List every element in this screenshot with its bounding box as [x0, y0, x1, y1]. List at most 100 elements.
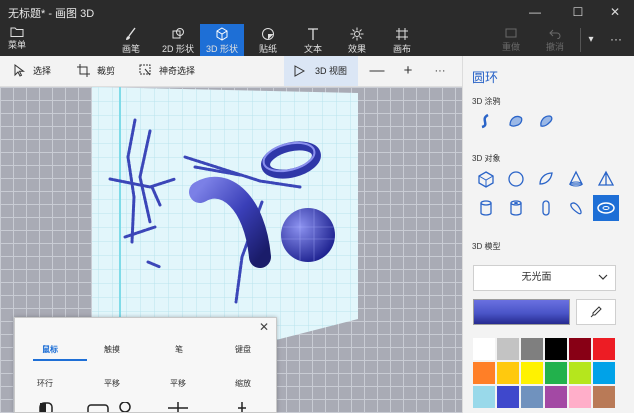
- ribbon-divider: [580, 28, 581, 52]
- mouse-button-icon: [39, 402, 53, 412]
- crop-label: 裁剪: [97, 66, 116, 76]
- cone-icon: [568, 170, 584, 187]
- tool-2d-shapes[interactable]: 2D 形状: [158, 24, 198, 56]
- soft-doodle-button[interactable]: [503, 108, 529, 134]
- finish-dropdown[interactable]: 无光面: [473, 265, 616, 291]
- tab-pen[interactable]: 笔: [175, 344, 183, 355]
- doodle-section-label: 3D 涂鸦: [472, 97, 501, 106]
- expand-ribbon-button[interactable]: ▾: [584, 24, 598, 56]
- color-swatch[interactable]: [473, 338, 495, 360]
- gesture-orbit-label: 环行: [37, 379, 53, 388]
- sharp-doodle-button[interactable]: [473, 108, 499, 134]
- color-swatch[interactable]: [545, 386, 567, 408]
- tube-icon: [510, 200, 522, 216]
- tube-doodle-icon: [540, 115, 553, 127]
- zoom-out-button[interactable]: —: [362, 56, 392, 86]
- objects-section-label: 3D 对象: [472, 154, 501, 163]
- color-swatch[interactable]: [569, 338, 591, 360]
- tool-effects[interactable]: 效果: [344, 24, 370, 56]
- pyramid-icon: [597, 170, 615, 186]
- select-tool[interactable]: 选择: [13, 56, 57, 86]
- color-swatch[interactable]: [521, 386, 543, 408]
- chevron-down-icon: [598, 274, 608, 280]
- window-title: 无标题* - 画图 3D: [8, 8, 95, 20]
- cylinder-button[interactable]: [473, 195, 499, 221]
- eyedropper-button[interactable]: [576, 299, 616, 325]
- hemisphere-icon: [539, 172, 553, 185]
- magic-select-tool[interactable]: 神奇选择: [139, 56, 209, 86]
- color-swatch[interactable]: [497, 338, 519, 360]
- cube-button[interactable]: [473, 166, 499, 192]
- undo-label: 撤消: [545, 42, 564, 52]
- color-swatch[interactable]: [521, 362, 543, 384]
- tool-label: 画笔: [121, 44, 140, 54]
- popup-close-button[interactable]: ✕: [257, 320, 271, 334]
- hemisphere-button[interactable]: [533, 166, 559, 192]
- color-swatch[interactable]: [473, 386, 495, 408]
- undo-button[interactable]: 撤消: [541, 24, 569, 56]
- crop-tool[interactable]: 裁剪: [77, 56, 121, 86]
- close-button[interactable]: ✕: [602, 2, 628, 22]
- toolbar-more-button[interactable]: ···: [425, 56, 455, 86]
- color-swatch[interactable]: [473, 362, 495, 384]
- tab-mouse[interactable]: 鼠标: [42, 344, 58, 355]
- ribbon-more-button[interactable]: ···: [604, 24, 628, 56]
- tool-label: 效果: [347, 44, 366, 54]
- color-swatch[interactable]: [593, 338, 615, 360]
- redo-button[interactable]: 重做: [497, 24, 525, 56]
- magic-select-label: 神奇选择: [159, 66, 196, 76]
- minimize-button[interactable]: —: [522, 2, 548, 22]
- cube-icon: [478, 171, 494, 188]
- panel-title: 圆环: [472, 70, 499, 85]
- zoom-in-button[interactable]: +: [393, 56, 423, 86]
- finish-value: 无光面: [521, 272, 552, 283]
- color-swatch[interactable]: [497, 362, 519, 384]
- zoom-arrows-icon: [238, 402, 246, 412]
- maximize-button[interactable]: ☐: [565, 2, 591, 22]
- gesture-pan-label: 平移: [104, 379, 120, 388]
- view-3d-button[interactable]: 3D 视图: [284, 56, 358, 86]
- color-swatch[interactable]: [569, 362, 591, 384]
- tool-stickers[interactable]: 贴纸: [254, 24, 282, 56]
- select-label: 选择: [33, 66, 52, 76]
- menu-label: 菜单: [8, 40, 27, 50]
- tool-text[interactable]: 文本: [300, 24, 326, 56]
- redo-icon: [505, 28, 517, 38]
- color-swatch[interactable]: [593, 386, 615, 408]
- curved-tube-button[interactable]: [563, 195, 589, 221]
- cursor-icon: [14, 64, 25, 77]
- view-3d-icon: [294, 65, 305, 77]
- selection-toolbar: 选择 裁剪 神奇选择 3D 视图 — + ···: [0, 56, 462, 87]
- color-swatch[interactable]: [521, 338, 543, 360]
- color-swatch[interactable]: [545, 338, 567, 360]
- color-swatch[interactable]: [593, 362, 615, 384]
- capsule-button[interactable]: [533, 195, 559, 221]
- color-swatch[interactable]: [569, 386, 591, 408]
- pyramid-button[interactable]: [593, 166, 619, 192]
- capsule-icon: [542, 200, 550, 216]
- move-arrows-icon: [168, 402, 188, 412]
- tube-button[interactable]: [503, 195, 529, 221]
- crop-icon: [77, 64, 90, 77]
- tube-doodle-button[interactable]: [533, 108, 559, 134]
- sphere-button[interactable]: [503, 166, 529, 192]
- color-palette: [473, 338, 616, 408]
- brush-icon: [126, 27, 136, 40]
- selected-color-swatch[interactable]: [473, 299, 570, 325]
- torus-button[interactable]: [593, 195, 619, 221]
- redo-label: 重做: [501, 42, 520, 52]
- cone-button[interactable]: [563, 166, 589, 192]
- properties-panel: 圆环 3D 涂鸦 3D 对象 3D 模型 无光面: [462, 56, 634, 413]
- tool-label: 贴纸: [258, 44, 277, 54]
- tool-brushes[interactable]: 画笔: [114, 24, 148, 56]
- folder-icon: [10, 27, 24, 37]
- tab-keyboard[interactable]: 键盘: [235, 344, 251, 355]
- magic-select-icon: [139, 64, 151, 76]
- active-tab-underline: [33, 359, 87, 361]
- tab-touch[interactable]: 触摸: [104, 344, 120, 355]
- tool-canvas[interactable]: 画布: [389, 24, 415, 56]
- tool-3d-shapes[interactable]: 3D 形状: [200, 24, 244, 56]
- color-swatch[interactable]: [497, 386, 519, 408]
- menu-button[interactable]: 菜单: [8, 26, 48, 54]
- color-swatch[interactable]: [545, 362, 567, 384]
